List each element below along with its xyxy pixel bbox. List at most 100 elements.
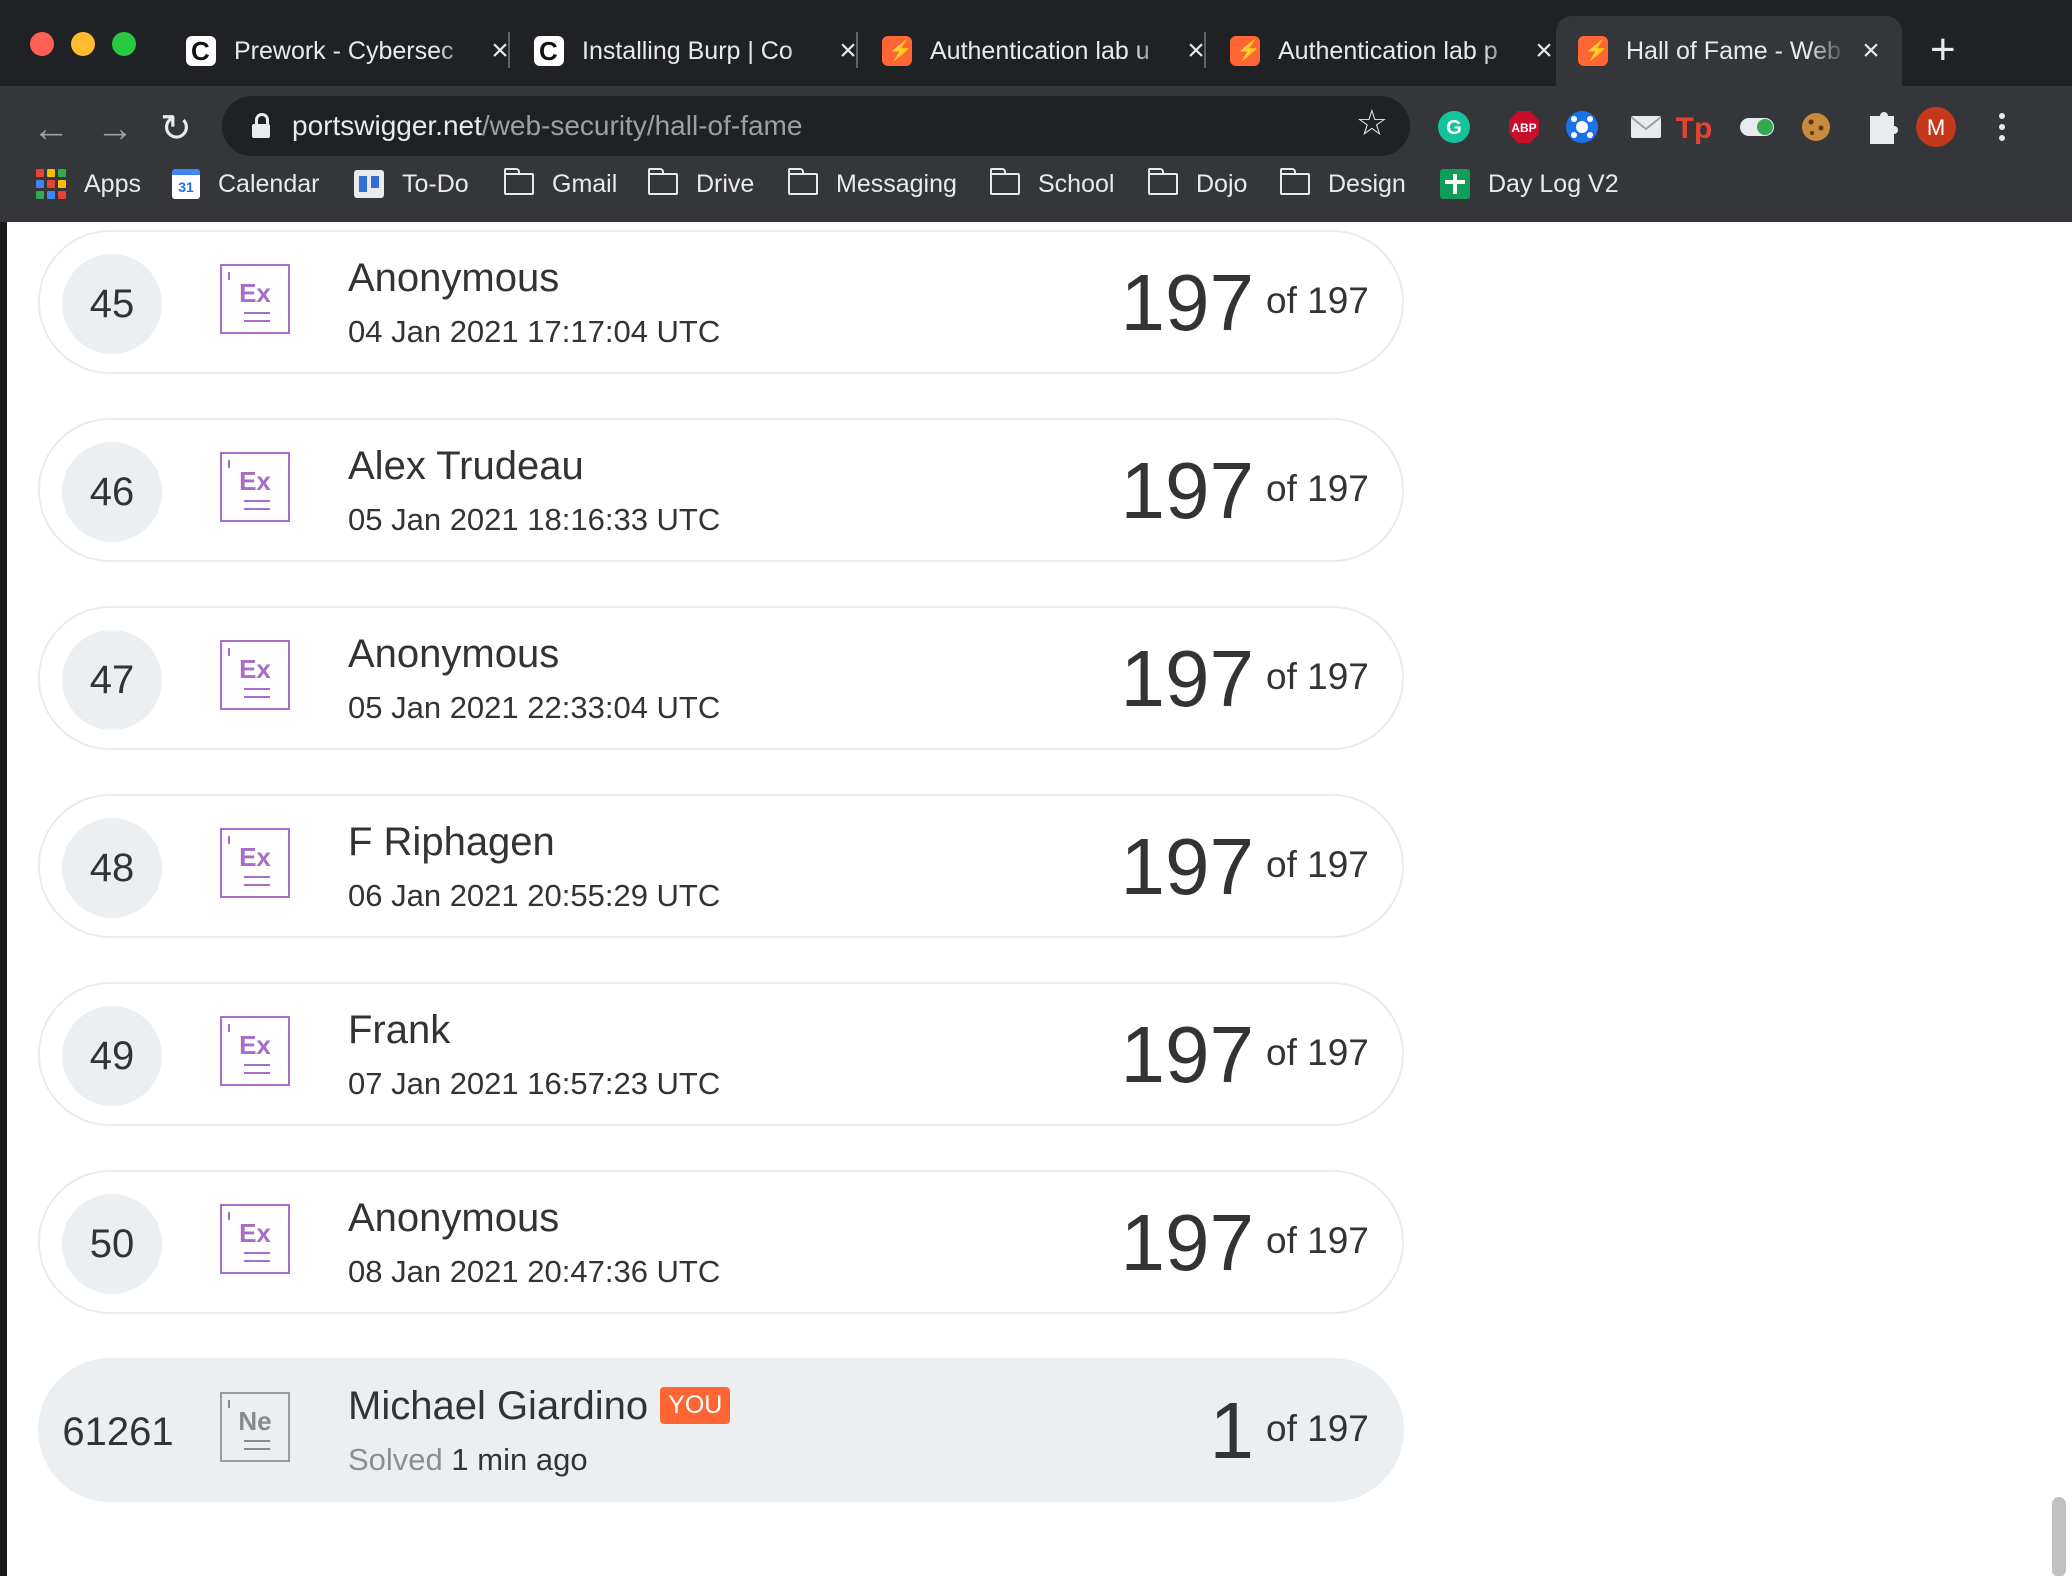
- bookmark-calendar[interactable]: 31 Calendar: [172, 160, 319, 208]
- url-domain: portswigger.net: [292, 110, 482, 141]
- tab-divider: [1204, 32, 1206, 68]
- user-name: Michael Giardino YOU: [348, 1384, 731, 1430]
- cookie-icon[interactable]: [1802, 113, 1830, 141]
- tab-prework[interactable]: Prework - Cybersec ×: [186, 16, 531, 86]
- more-menu-icon[interactable]: [1999, 113, 2005, 141]
- javascript-toggle-icon[interactable]: [1740, 118, 1774, 136]
- you-badge: YOU: [660, 1387, 731, 1424]
- current-user-row: 61261 Ne Michael Giardino YOU Solved 1 mi…: [38, 1358, 1404, 1502]
- bookmark-apps[interactable]: Apps: [36, 160, 141, 208]
- tab-title: Authentication lab u: [930, 36, 1173, 66]
- bookmark-school[interactable]: School: [990, 160, 1114, 208]
- score-value: 197: [1120, 1198, 1254, 1287]
- solve-date: 06 Jan 2021 20:55:29 UTC: [348, 878, 721, 913]
- window-edge: [0, 222, 7, 1576]
- bookmark-label: Gmail: [552, 169, 618, 198]
- abp-label: ABP: [1511, 121, 1536, 135]
- expert-badge-icon: Ex: [220, 1016, 290, 1086]
- folder-icon: [1148, 168, 1178, 195]
- folder-icon: [788, 168, 818, 195]
- tab-title: Authentication lab p: [1278, 36, 1521, 66]
- envelope-icon[interactable]: [1630, 116, 1662, 138]
- profile-avatar[interactable]: M: [1916, 107, 1956, 147]
- folder-icon: [1280, 168, 1310, 195]
- profile-initial: M: [1927, 115, 1945, 140]
- back-arrow-icon[interactable]: ←: [32, 104, 70, 154]
- page-content: 45 Ex Anonymous 04 Jan 2021 17:17:04 UTC…: [0, 222, 2072, 1576]
- svg-text:G: G: [1446, 117, 1462, 139]
- vertical-scrollbar[interactable]: [2052, 1497, 2066, 1576]
- user-name: Alex Trudeau: [348, 444, 584, 488]
- tab-hall-of-fame[interactable]: Hall of Fame - Web ×: [1556, 16, 1902, 86]
- extensions-puzzle-icon[interactable]: [1870, 112, 1898, 144]
- adblock-plus-icon[interactable]: ABP: [1509, 111, 1539, 143]
- leaderboard-row: 45 Ex Anonymous 04 Jan 2021 17:17:04 UTC…: [38, 230, 1404, 374]
- daylog-icon: [1440, 169, 1470, 199]
- leaderboard-row: 49 Ex Frank 07 Jan 2021 16:57:23 UTC 197…: [38, 982, 1404, 1126]
- bookmark-dojo[interactable]: Dojo: [1148, 160, 1247, 208]
- user-name: Anonymous: [348, 1196, 560, 1240]
- bookmarks-bar: Apps 31 Calendar To-Do Gmail Drive Messa…: [0, 160, 2072, 208]
- expert-badge-icon: Ex: [220, 828, 290, 898]
- score-value: 1: [1209, 1386, 1255, 1475]
- tab-authentication-lab-2[interactable]: Authentication lab p ×: [1230, 16, 1575, 86]
- new-tab-button[interactable]: +: [1930, 22, 1956, 78]
- close-window-button[interactable]: [30, 32, 54, 56]
- reload-icon[interactable]: ↻: [160, 104, 192, 154]
- newcomer-badge-icon: Ne: [220, 1392, 290, 1462]
- close-icon[interactable]: ×: [1531, 36, 1557, 66]
- portswigger-icon: [1578, 36, 1609, 66]
- bookmark-label: Dojo: [1196, 169, 1248, 198]
- score-total: of 197: [1266, 656, 1369, 697]
- url-path: /web-security/hall-of-fame: [481, 110, 803, 141]
- expert-badge-icon: Ex: [220, 1204, 290, 1274]
- tab-installing-burp[interactable]: Installing Burp | Co ×: [534, 16, 879, 86]
- user-name: Frank: [348, 1008, 451, 1052]
- user-name: F Riphagen: [348, 820, 555, 864]
- bookmark-gmail[interactable]: Gmail: [504, 160, 617, 208]
- close-icon[interactable]: ×: [1858, 36, 1884, 66]
- bookmark-label: Design: [1328, 169, 1406, 198]
- tab-title: Hall of Fame - Web: [1626, 36, 1848, 66]
- leaderboard-row: 47 Ex Anonymous 05 Jan 2021 22:33:04 UTC…: [38, 606, 1404, 750]
- grammarly-icon[interactable]: G: [1438, 111, 1470, 143]
- codepath-icon: [186, 36, 216, 66]
- bookmark-design[interactable]: Design: [1280, 160, 1406, 208]
- solve-date: 07 Jan 2021 16:57:23 UTC: [348, 1066, 721, 1101]
- expert-badge-icon: Ex: [220, 452, 290, 522]
- leaderboard-row: 46 Ex Alex Trudeau 05 Jan 2021 18:16:33 …: [38, 418, 1404, 562]
- address-bar[interactable]: portswigger.net/web-security/hall-of-fam…: [222, 96, 1410, 156]
- score-value: 197: [1120, 634, 1254, 723]
- solve-date: 05 Jan 2021 18:16:33 UTC: [348, 502, 721, 537]
- bookmark-label: Calendar: [218, 169, 320, 198]
- tp-extension-icon[interactable]: Tp: [1676, 112, 1713, 145]
- bookmark-label: Drive: [696, 169, 755, 198]
- bookmark-messaging[interactable]: Messaging: [788, 160, 957, 208]
- minimize-window-button[interactable]: [71, 32, 95, 56]
- folder-icon: [648, 168, 678, 195]
- bookmark-todo[interactable]: To-Do: [354, 160, 469, 208]
- forward-arrow-icon[interactable]: →: [96, 104, 134, 154]
- codepath-icon: [534, 36, 564, 66]
- leaderboard-row: 48 Ex F Riphagen 06 Jan 2021 20:55:29 UT…: [38, 794, 1404, 938]
- bookmark-star-icon[interactable]: ☆: [1356, 102, 1388, 144]
- tab-authentication-lab-1[interactable]: Authentication lab u ×: [882, 16, 1227, 86]
- apps-grid-icon: [36, 169, 66, 199]
- network-extension-icon[interactable]: [1566, 111, 1598, 143]
- bookmark-drive[interactable]: Drive: [648, 160, 754, 208]
- rank-number: 61261: [62, 1409, 174, 1454]
- folder-icon: [990, 168, 1020, 195]
- zoom-window-button[interactable]: [112, 32, 136, 56]
- tab-divider: [856, 32, 858, 68]
- bookmark-day-log[interactable]: Day Log V2: [1440, 160, 1619, 208]
- bookmark-label: Messaging: [836, 169, 957, 198]
- score-total: of 197: [1266, 468, 1369, 509]
- solve-date: 08 Jan 2021 20:47:36 UTC: [348, 1254, 721, 1289]
- solve-status: Solved 1 min ago: [348, 1442, 588, 1478]
- bookmark-label: Day Log V2: [1488, 169, 1619, 198]
- rank-circle: 46: [62, 442, 162, 542]
- calendar-icon: 31: [172, 169, 200, 199]
- expert-badge-icon: Ex: [220, 264, 290, 334]
- expert-badge-icon: Ex: [220, 640, 290, 710]
- score-value: 197: [1120, 258, 1254, 347]
